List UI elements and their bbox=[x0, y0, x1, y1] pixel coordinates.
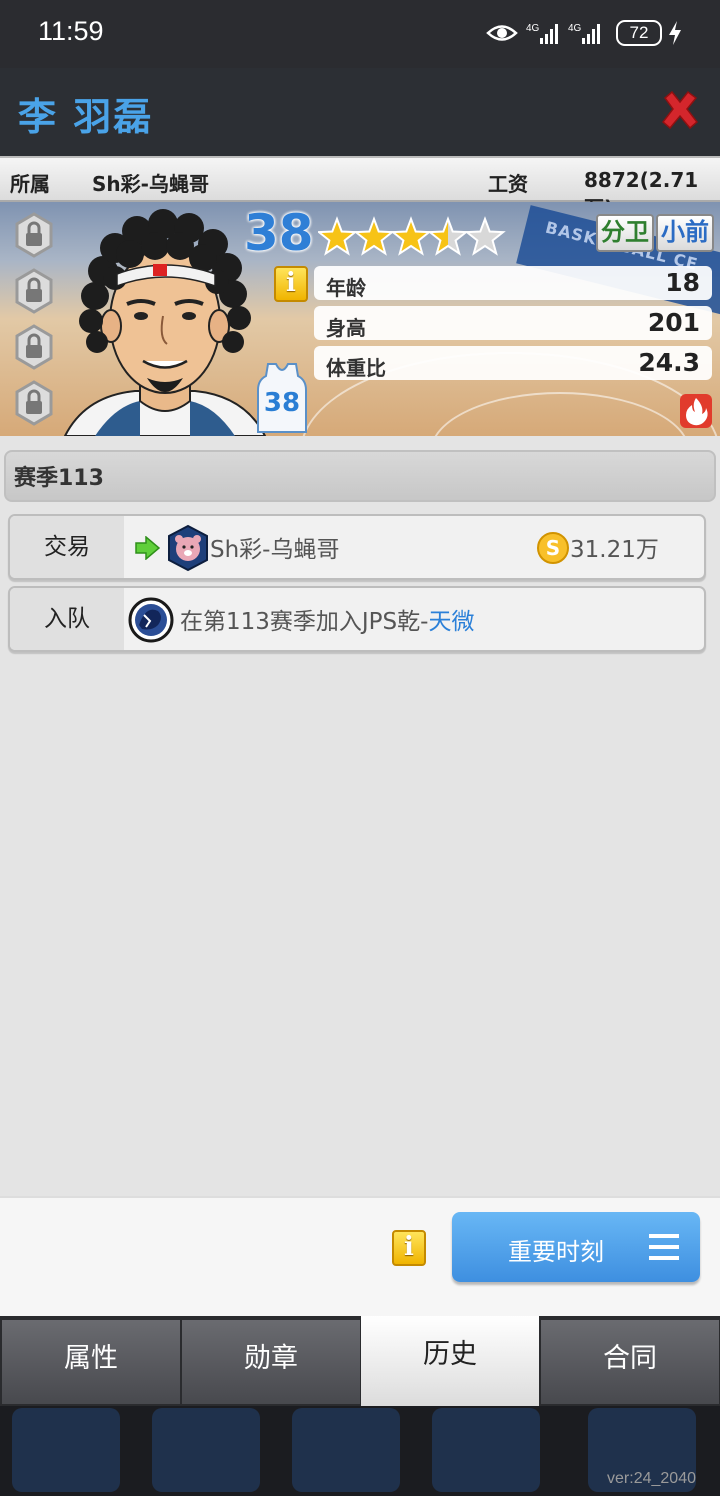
stat-weight-ratio: 体重比 24.3 bbox=[314, 346, 712, 380]
arrow-right-icon bbox=[135, 536, 160, 560]
stat-age: 年龄 18 bbox=[314, 266, 712, 300]
team-logo-dragon-icon bbox=[128, 597, 174, 643]
star-icon bbox=[390, 216, 432, 256]
close-icon[interactable] bbox=[660, 90, 700, 130]
star-icon bbox=[427, 216, 469, 256]
tab-history[interactable]: 历史 bbox=[361, 1316, 539, 1406]
tab-contract[interactable]: 合同 bbox=[541, 1320, 719, 1404]
jersey-number: 38 bbox=[263, 388, 301, 418]
star-icon bbox=[353, 216, 395, 256]
clock: 11:59 bbox=[38, 16, 104, 46]
nav-item[interactable] bbox=[12, 1408, 120, 1492]
team-label: 所属 bbox=[10, 172, 50, 196]
player-card: BASKETBALL CE bbox=[0, 202, 720, 436]
position-badge-sf: 小前 bbox=[656, 214, 714, 252]
player-info-strip: 所属 Sh彩-乌蝇哥 工资 8872(2.71万) bbox=[0, 156, 720, 220]
bottom-control-bar: i 重要时刻 bbox=[0, 1196, 720, 1316]
join-text: 在第113赛季加入JPS乾-天微 bbox=[180, 609, 475, 635]
bottom-nav: ver:24_2040 bbox=[0, 1406, 720, 1496]
info-icon[interactable]: i bbox=[392, 1230, 426, 1266]
join-team-link[interactable]: 天微 bbox=[428, 609, 474, 635]
stat-label: 体重比 bbox=[326, 356, 386, 380]
tab-badges[interactable]: 勋章 bbox=[182, 1320, 360, 1404]
salary-label: 工资 bbox=[488, 172, 528, 196]
stat-height: 身高 201 bbox=[314, 306, 712, 340]
key-moments-label: 重要时刻 bbox=[508, 1238, 604, 1266]
history-row-label: 入队 bbox=[10, 588, 124, 650]
lock-icon[interactable] bbox=[14, 212, 54, 258]
info-icon[interactable]: i bbox=[274, 266, 308, 302]
svg-text:4G: 4G bbox=[568, 23, 582, 34]
tab-bar: 属性 勋章 历史 合同 bbox=[0, 1316, 720, 1406]
trade-amount: 31.21万 bbox=[570, 537, 659, 563]
title-bar: 李 羽磊 bbox=[0, 68, 720, 156]
svg-text:S: S bbox=[546, 536, 560, 560]
key-moments-button[interactable]: 重要时刻 bbox=[452, 1212, 700, 1282]
signal-icon: 4G bbox=[526, 23, 558, 44]
charging-icon bbox=[669, 21, 681, 45]
tab-attributes[interactable]: 属性 bbox=[2, 1320, 180, 1404]
season-header: 赛季113 bbox=[4, 450, 716, 502]
stat-value: 201 bbox=[647, 308, 700, 337]
history-panel: 赛季113 交易 Sh彩-乌蝇哥 S 31.21万 入队 在第113赛季加入JP… bbox=[0, 436, 720, 1196]
star-icon bbox=[464, 216, 506, 256]
coin-icon: S bbox=[537, 532, 569, 564]
stat-label: 身高 bbox=[326, 316, 366, 340]
nav-item[interactable] bbox=[152, 1408, 260, 1492]
team-logo-bear-icon bbox=[168, 524, 208, 572]
svg-text:4G: 4G bbox=[526, 23, 540, 34]
history-row-label: 交易 bbox=[10, 516, 124, 578]
version-label: ver:24_2040 bbox=[607, 1470, 696, 1487]
eye-icon bbox=[486, 25, 518, 41]
stat-label: 年龄 bbox=[326, 276, 366, 300]
star-icon bbox=[318, 216, 358, 256]
battery-indicator: 72 bbox=[616, 20, 662, 46]
nav-item[interactable] bbox=[292, 1408, 400, 1492]
stat-value: 24.3 bbox=[638, 348, 700, 377]
nav-item[interactable] bbox=[432, 1408, 540, 1492]
star-rating bbox=[318, 216, 506, 256]
player-avatar bbox=[63, 209, 267, 436]
status-bar: 11:59 4G 4G 72 bbox=[0, 0, 720, 68]
position-badge-sg: 分卫 bbox=[596, 214, 654, 252]
fire-icon[interactable] bbox=[680, 394, 712, 428]
history-row-join[interactable]: 入队 在第113赛季加入JPS乾-天微 bbox=[8, 586, 706, 652]
lock-icon[interactable] bbox=[14, 324, 54, 370]
trade-team-name: Sh彩-乌蝇哥 bbox=[210, 537, 340, 563]
stat-value: 18 bbox=[665, 268, 700, 297]
lock-icon[interactable] bbox=[14, 380, 54, 426]
team-name: Sh彩-乌蝇哥 bbox=[92, 172, 209, 196]
overall-rating: 38 bbox=[244, 204, 314, 262]
signal-icon: 4G bbox=[568, 23, 600, 44]
menu-icon bbox=[649, 1234, 679, 1260]
lock-icon[interactable] bbox=[14, 268, 54, 314]
history-row-trade[interactable]: 交易 Sh彩-乌蝇哥 S 31.21万 bbox=[8, 514, 706, 580]
player-name: 李 羽磊 bbox=[18, 95, 154, 139]
